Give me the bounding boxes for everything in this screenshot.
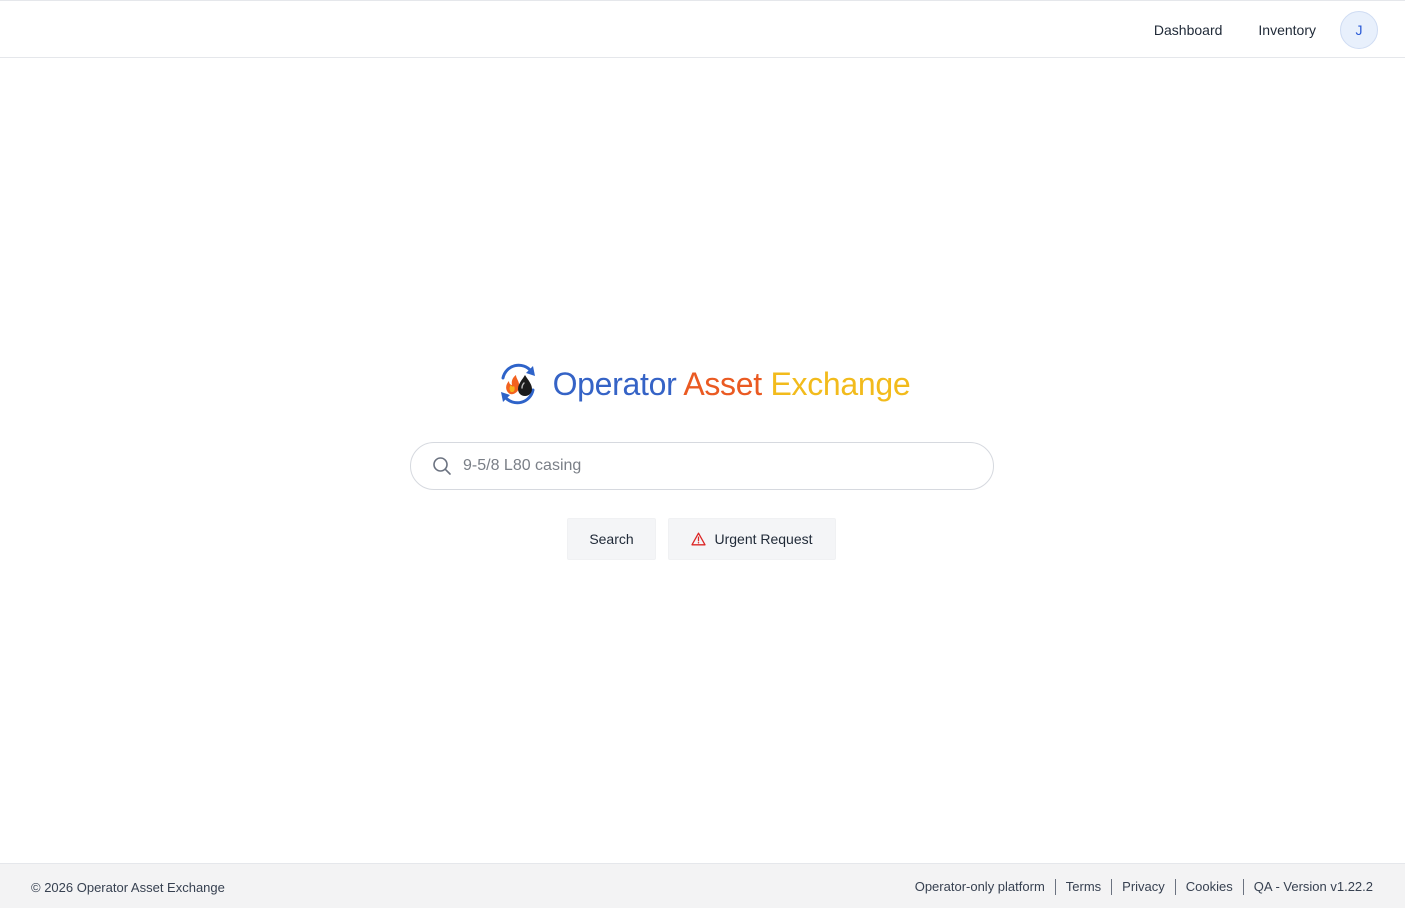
brand-name: Operator Asset Exchange [553,366,911,403]
footer-cookies-link[interactable]: Cookies [1174,879,1243,895]
nav-dashboard-link[interactable]: Dashboard [1154,22,1223,38]
search-button[interactable]: Search [567,518,656,560]
avatar-initial: J [1355,22,1363,38]
footer-version: QA - Version v1.22.2 [1242,879,1373,895]
footer: © 2026 Operator Asset Exchange Operator-… [0,863,1405,908]
main-nav: Dashboard Inventory J [1154,10,1378,50]
footer-operator-only: Operator-only platform [914,879,1045,894]
search-input[interactable] [463,457,963,475]
footer-copyright: © 2026 Operator Asset Exchange [31,880,225,895]
warning-triangle-icon [691,532,707,546]
urgent-request-label: Urgent Request [714,531,813,547]
brand: Operator Asset Exchange [0,361,1405,407]
brand-lockup: Operator Asset Exchange [495,361,911,407]
page: Dashboard Inventory J Operator Asset Exc… [0,0,1405,908]
nav-inventory-link[interactable]: Inventory [1258,22,1316,38]
brand-word-operator: Operator [552,365,677,402]
search-icon [433,457,451,475]
footer-privacy-link[interactable]: Privacy [1111,879,1175,895]
urgent-request-button[interactable]: Urgent Request [668,518,836,560]
action-buttons: Search Urgent Request [567,518,836,560]
scrollbar-track[interactable] [1405,0,1418,908]
brand-word-asset: Asset [683,365,762,402]
brand-word-exchange: Exchange [770,365,911,402]
search-button-label: Search [589,531,634,547]
top-bar: Dashboard Inventory J [0,0,1405,58]
flame-and-oil-drop-cycle-icon [500,363,535,405]
user-avatar[interactable]: J [1340,11,1378,49]
footer-terms-link[interactable]: Terms [1054,879,1111,895]
footer-links: Operator-only platform Terms Privacy Coo… [915,879,1373,895]
search-box [410,442,994,490]
